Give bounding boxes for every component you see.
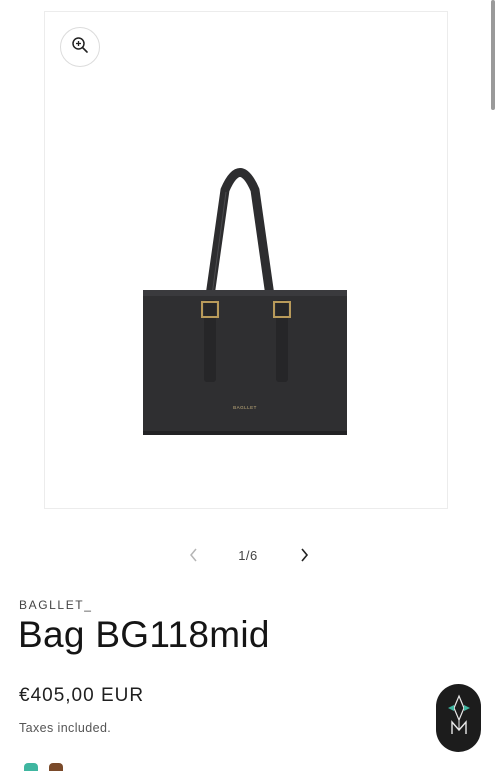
product-price: €405,00 EUR <box>19 685 145 706</box>
chevron-right-icon <box>299 547 309 567</box>
brand-stamp: BAGLLET <box>233 405 257 410</box>
scrollbar[interactable] <box>491 0 495 110</box>
next-slide-button[interactable] <box>292 545 316 569</box>
color-swatch-brown[interactable] <box>49 763 63 771</box>
chat-launcher-button[interactable] <box>436 684 481 752</box>
chat-logo-icon <box>446 693 472 743</box>
zoom-in-icon <box>71 36 89 59</box>
product-vendor: BAGLLET_ <box>19 598 93 612</box>
zoom-button[interactable] <box>60 27 100 67</box>
tax-note: Taxes included. <box>19 721 112 735</box>
product-image: BAGLLET <box>143 168 347 435</box>
color-swatch-teal[interactable] <box>24 763 38 771</box>
gallery-slider-controls: 1/6 <box>170 545 326 569</box>
product-title: Bag BG118mid <box>18 614 270 655</box>
